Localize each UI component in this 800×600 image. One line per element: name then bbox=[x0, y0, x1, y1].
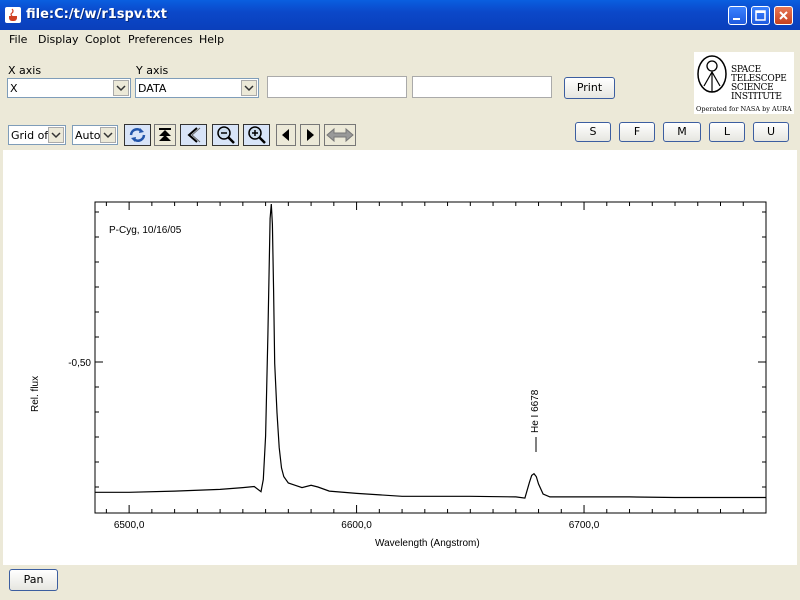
minimize-button[interactable] bbox=[728, 6, 747, 25]
zoom-out-icon bbox=[217, 126, 235, 144]
chevron-down-icon[interactable] bbox=[113, 80, 129, 96]
x-axis-title: Wavelength (Angstrom) bbox=[375, 538, 480, 549]
window-title: file:C:/t/w/r1spv.txt bbox=[26, 7, 167, 22]
x-tick-label: 6700,0 bbox=[569, 520, 600, 531]
menu-coplot[interactable]: Coplot bbox=[85, 33, 121, 46]
spectrum-chart[interactable]: 6500,0 6600,0 6700,0-0,50 P-Cyg, 10/16/05 … bbox=[3, 150, 797, 565]
left-arrow-icon bbox=[282, 129, 289, 141]
right-arrow-icon bbox=[307, 129, 314, 141]
y-axis-label: Y axis bbox=[136, 64, 169, 77]
scale-select[interactable]: Auto bbox=[72, 125, 118, 145]
size-u-button[interactable]: U bbox=[753, 122, 789, 142]
size-l-button[interactable]: L bbox=[709, 122, 745, 142]
scroll-left-button[interactable] bbox=[276, 124, 296, 146]
scroll-right-button[interactable] bbox=[300, 124, 320, 146]
y-axis-select[interactable]: DATA bbox=[135, 78, 259, 98]
scale-value: Auto bbox=[75, 129, 101, 142]
pan-arrows-icon bbox=[326, 127, 354, 143]
logo-line-4: INSTITUTE bbox=[731, 92, 782, 102]
chevron-down-icon[interactable] bbox=[100, 127, 116, 143]
print-button[interactable]: Print bbox=[564, 77, 615, 99]
x-axis-label: X axis bbox=[8, 64, 42, 77]
y-tick-label: -0,50 bbox=[68, 358, 91, 369]
zoom-out-button[interactable] bbox=[212, 124, 239, 146]
plot-panel[interactable]: 6500,0 6600,0 6700,0 -0,50 P-Cyg, 10/16/05 … bbox=[3, 150, 797, 565]
close-icon bbox=[779, 11, 788, 20]
y-axis-value: DATA bbox=[138, 82, 167, 95]
pan-button[interactable]: Pan bbox=[9, 569, 58, 591]
grid-select[interactable]: Grid off bbox=[8, 125, 66, 145]
logo-footer: Operated for NASA by AURA bbox=[696, 105, 792, 113]
menu-display[interactable]: Display bbox=[38, 33, 79, 46]
size-m-button[interactable]: M bbox=[663, 122, 701, 142]
size-s-button[interactable]: S bbox=[575, 122, 611, 142]
back-button[interactable] bbox=[180, 124, 207, 146]
top-button[interactable] bbox=[154, 124, 176, 146]
menu-preferences[interactable]: Preferences bbox=[128, 33, 193, 46]
close-button[interactable] bbox=[774, 6, 793, 25]
maximize-icon bbox=[755, 10, 766, 21]
minimize-icon bbox=[733, 18, 740, 20]
x-axis-value: X bbox=[10, 82, 18, 95]
refresh-button[interactable] bbox=[124, 124, 151, 146]
grid-value: Grid off bbox=[11, 129, 52, 142]
line-label: He I 6678 bbox=[530, 389, 541, 433]
title-bar: file:C:/t/w/r1spv.txt bbox=[0, 0, 800, 30]
text-field-1[interactable] bbox=[267, 76, 407, 98]
maximize-button[interactable] bbox=[751, 6, 770, 25]
menu-help[interactable]: Help bbox=[199, 33, 224, 46]
plot-frame bbox=[94, 201, 767, 514]
menu-bar: File Display Coplot Preferences Help bbox=[0, 30, 800, 50]
x-tick-label: 6500,0 bbox=[114, 520, 145, 531]
zoom-in-button[interactable] bbox=[243, 124, 270, 146]
chevron-down-icon[interactable] bbox=[241, 80, 257, 96]
bottom-bar: Pan bbox=[0, 565, 800, 600]
spectrum-line bbox=[95, 203, 766, 499]
top-icon bbox=[159, 128, 171, 141]
pan-arrows-button[interactable] bbox=[324, 124, 356, 146]
x-tick-label: 6600,0 bbox=[341, 520, 372, 531]
menu-file[interactable]: File bbox=[9, 33, 27, 46]
size-f-button[interactable]: F bbox=[619, 122, 655, 142]
y-axis-title: Rel. flux bbox=[30, 376, 41, 412]
x-axis-select[interactable]: X bbox=[7, 78, 131, 98]
chart-annotation: P-Cyg, 10/16/05 bbox=[109, 225, 182, 236]
java-icon bbox=[5, 7, 21, 23]
text-field-2[interactable] bbox=[412, 76, 552, 98]
refresh-icon bbox=[129, 128, 146, 142]
zoom-in-icon bbox=[248, 126, 266, 144]
chevron-down-icon[interactable] bbox=[48, 127, 64, 143]
back-icon bbox=[187, 127, 201, 143]
stsci-logo: SPACE TELESCOPE SCIENCE INSTITUTE Operat… bbox=[694, 52, 794, 114]
